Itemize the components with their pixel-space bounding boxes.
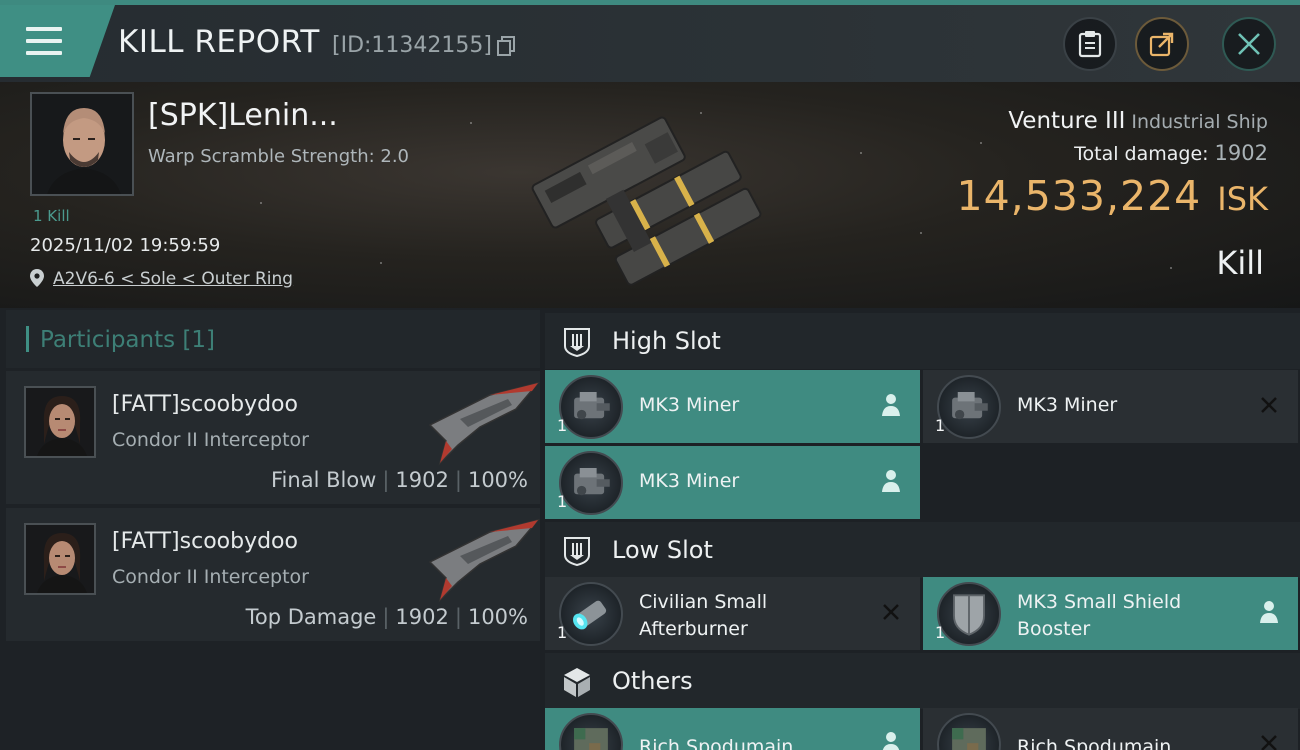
- person-icon: [882, 470, 900, 492]
- victim-pilot-name[interactable]: [SPK]Lenin...: [148, 98, 338, 133]
- module-item[interactable]: Rich Spodumain: [923, 708, 1298, 750]
- others-title: Others: [612, 667, 693, 695]
- close-icon: [1238, 33, 1260, 55]
- high-slot-header: High Slot: [545, 313, 1300, 369]
- participant-card[interactable]: [FATT]scoobydoo Condor II Interceptor Fi…: [6, 371, 541, 504]
- shield-booster-module-icon: [937, 582, 1001, 646]
- participant-name[interactable]: [FATT]scoobydoo: [112, 529, 298, 554]
- victim-portrait[interactable]: [30, 92, 134, 196]
- module-name: Civilian Small Afterburner: [639, 589, 839, 643]
- module-name: Rich Spodumain: [639, 736, 794, 750]
- participant-percent: 100%: [467, 468, 528, 492]
- participant-role: Final Blow: [271, 468, 377, 492]
- x-mark-icon: [1261, 397, 1277, 413]
- victim-ship-class: Industrial Ship: [1131, 111, 1268, 133]
- participant-avatar: [24, 386, 96, 458]
- report-id: [ID:11342155]: [332, 33, 492, 58]
- victim-ship-image: [531, 116, 762, 286]
- total-damage-label: Total damage:: [1074, 143, 1209, 165]
- warp-scramble-strength: Warp Scramble Strength: 2.0: [148, 146, 410, 167]
- low-slot-header: Low Slot: [545, 522, 1300, 578]
- others-header: Others: [545, 653, 1300, 709]
- module-name: MK3 Small Shield Booster: [1017, 589, 1217, 643]
- share-icon: [1149, 32, 1174, 57]
- x-mark-icon: [883, 604, 899, 620]
- module-item[interactable]: 1 MK3 Small Shield Booster: [923, 577, 1298, 650]
- top-accent-line: [0, 0, 1300, 5]
- participant-damage: 1902: [395, 468, 449, 492]
- participant-role: Top Damage: [245, 605, 377, 629]
- miner-module-icon: [559, 375, 623, 439]
- participants-title-label: Participants: [40, 327, 176, 353]
- high-slot-title: High Slot: [612, 327, 721, 355]
- participant-percent: 100%: [467, 605, 528, 629]
- isk-unit: ISK: [1217, 180, 1268, 218]
- module-quantity: 1: [935, 623, 946, 642]
- ore-icon: [559, 713, 623, 750]
- participants-count: [1]: [182, 327, 216, 353]
- ore-icon: [937, 713, 1001, 750]
- participant-ship-image: [428, 518, 541, 603]
- participant-stats: Top Damage | 1902 | 100%: [245, 605, 528, 629]
- module-item[interactable]: 1 Civilian Small Afterburner: [545, 577, 920, 650]
- close-button[interactable]: [1222, 17, 1276, 71]
- victim-ship-line: Venture III Industrial Ship: [1008, 108, 1268, 134]
- module-item[interactable]: Rich Spodumain: [545, 708, 920, 750]
- module-name-line1: Civilian Small: [639, 591, 768, 613]
- module-name-line2: Afterburner: [639, 618, 748, 640]
- clipboard-icon: [1078, 31, 1102, 58]
- module-quantity: 1: [557, 416, 568, 435]
- share-button[interactable]: [1135, 17, 1189, 71]
- kill-count: 1 Kill: [33, 207, 70, 225]
- total-damage-line: Total damage: 1902: [1074, 141, 1268, 165]
- participant-ship-image: [428, 381, 541, 466]
- kill-datetime: 2025/11/02 19:59:59: [30, 235, 221, 256]
- victim-ship-name[interactable]: Venture III: [1008, 108, 1125, 134]
- person-icon: [1260, 601, 1278, 623]
- isk-value: 14,533,224: [956, 172, 1202, 220]
- participant-ship: Condor II Interceptor: [112, 566, 309, 588]
- kill-location-link[interactable]: A2V6-6 < Sole < Outer Ring: [53, 269, 293, 289]
- module-name-line2: Booster: [1017, 618, 1091, 640]
- participant-name[interactable]: [FATT]scoobydoo: [112, 392, 298, 417]
- module-quantity: 1: [557, 623, 568, 642]
- clipboard-button[interactable]: [1063, 17, 1117, 71]
- module-name: Rich Spodumain: [1017, 736, 1172, 750]
- module-name: MK3 Miner: [1017, 394, 1118, 416]
- participants-title: Participants [1]: [40, 327, 215, 353]
- module-item[interactable]: 1 MK3 Miner: [923, 370, 1298, 443]
- miner-module-icon: [559, 451, 623, 515]
- module-item[interactable]: 1 MK3 Miner: [545, 446, 920, 519]
- page-title: KILL REPORT: [118, 24, 320, 60]
- participant-damage: 1902: [395, 605, 449, 629]
- avatar: [32, 94, 132, 194]
- module-name: MK3 Miner: [639, 394, 740, 416]
- kill-result: Kill: [1216, 244, 1264, 282]
- high-slot-icon: [564, 328, 590, 358]
- participant-card[interactable]: [FATT]scoobydoo Condor II Interceptor To…: [6, 508, 541, 641]
- total-damage-value: 1902: [1214, 141, 1268, 165]
- person-icon: [882, 394, 900, 416]
- copy-icon[interactable]: [497, 36, 515, 56]
- low-slot-title: Low Slot: [612, 536, 713, 564]
- participant-avatar: [24, 523, 96, 595]
- low-slot-icon: [564, 537, 590, 567]
- participant-stats: Final Blow | 1902 | 100%: [271, 468, 528, 492]
- isk-line: 14,533,224 ISK: [957, 172, 1268, 220]
- person-icon: [882, 732, 900, 750]
- module-name: MK3 Miner: [639, 470, 740, 492]
- x-mark-icon: [1261, 735, 1277, 750]
- participant-ship: Condor II Interceptor: [112, 429, 309, 451]
- module-item[interactable]: 1 MK3 Miner: [545, 370, 920, 443]
- afterburner-module-icon: [559, 582, 623, 646]
- module-quantity: 1: [935, 416, 946, 435]
- location-pin-icon: [30, 269, 44, 287]
- module-name-line1: MK3 Small Shield: [1017, 591, 1182, 613]
- miner-module-icon: [937, 375, 1001, 439]
- cube-icon: [564, 668, 590, 697]
- participants-header-bar: [26, 326, 29, 352]
- module-quantity: 1: [557, 492, 568, 511]
- hamburger-menu-icon[interactable]: [26, 27, 62, 55]
